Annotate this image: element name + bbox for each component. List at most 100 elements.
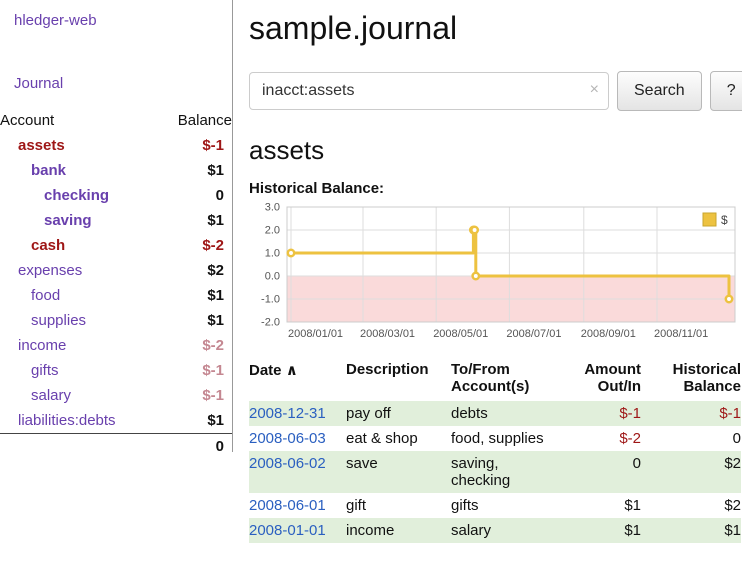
search-input[interactable] bbox=[249, 72, 609, 110]
balance-chart: 3.0 2.0 1.0 0.0 -1.0 -2.0 2008/01/01 2008/03/01… bbox=[249, 201, 742, 343]
account-link[interactable]: gifts bbox=[31, 362, 59, 379]
register-header-amount: Amount Out/In bbox=[561, 361, 641, 401]
register-row: 2008-06-01giftgifts$1$2 bbox=[249, 493, 741, 518]
transaction-description: save bbox=[346, 451, 451, 493]
svg-text:0.0: 0.0 bbox=[265, 271, 280, 283]
transaction-description: pay off bbox=[346, 401, 451, 426]
transaction-date-link[interactable]: 2008-06-03 bbox=[249, 430, 326, 447]
register-header-account: To/From Account(s) bbox=[451, 361, 561, 401]
sidebar: hledger-web Journal Account Balance asse… bbox=[0, 0, 233, 452]
account-row: liabilities:debts $1 bbox=[0, 408, 232, 434]
account-row: saving $1 bbox=[0, 208, 232, 233]
search-box: × bbox=[249, 72, 609, 110]
transaction-date-link[interactable]: 2008-12-31 bbox=[249, 405, 326, 422]
account-balance: $1 bbox=[158, 283, 232, 308]
account-balance: $-2 bbox=[158, 333, 232, 358]
register-body: 2008-12-31pay offdebts$-1$-12008-06-03ea… bbox=[249, 401, 741, 543]
app-title-link[interactable]: hledger-web bbox=[14, 12, 232, 29]
account-link[interactable]: income bbox=[18, 337, 66, 354]
chart-title: Historical Balance: bbox=[249, 180, 742, 197]
register-header-description: Description bbox=[346, 361, 451, 401]
svg-text:2008/05/01: 2008/05/01 bbox=[433, 328, 488, 340]
account-link[interactable]: cash bbox=[31, 237, 65, 254]
account-balance: $1 bbox=[158, 158, 232, 183]
chart-point bbox=[471, 227, 477, 233]
app-window: hledger-web Journal Account Balance asse… bbox=[0, 0, 742, 543]
transaction-amount: $1 bbox=[561, 518, 641, 543]
register-row: 2008-06-03eat & shopfood, supplies$-20 bbox=[249, 426, 741, 451]
transaction-date-link[interactable]: 2008-01-01 bbox=[249, 522, 326, 539]
search-button[interactable]: Search bbox=[617, 71, 702, 111]
account-row: cash $-2 bbox=[0, 233, 232, 258]
transaction-amount: 0 bbox=[561, 451, 641, 493]
svg-text:2008/03/01: 2008/03/01 bbox=[360, 328, 415, 340]
account-balance: 0 bbox=[158, 183, 232, 208]
account-balance: $1 bbox=[158, 408, 232, 434]
accounts-header-row: Account Balance bbox=[0, 108, 232, 133]
transaction-balance: 0 bbox=[641, 426, 741, 451]
transaction-description: income bbox=[346, 518, 451, 543]
main-content: sample.journal × Search ? assets Histori… bbox=[233, 0, 742, 543]
account-link[interactable]: expenses bbox=[18, 262, 82, 279]
register-header-row: Date ∧ Description To/From Account(s) Am… bbox=[249, 361, 741, 401]
account-row: bank $1 bbox=[0, 158, 232, 183]
account-balance: $-2 bbox=[158, 233, 232, 258]
transaction-date-link[interactable]: 2008-06-01 bbox=[249, 497, 326, 514]
transaction-accounts: saving, checking bbox=[451, 451, 561, 493]
svg-text:2.0: 2.0 bbox=[265, 225, 280, 237]
account-row: checking 0 bbox=[0, 183, 232, 208]
chart-point bbox=[473, 273, 479, 279]
transaction-description: eat & shop bbox=[346, 426, 451, 451]
account-row: supplies $1 bbox=[0, 308, 232, 333]
register-row: 2008-12-31pay offdebts$-1$-1 bbox=[249, 401, 741, 426]
accounts-header-balance: Balance bbox=[158, 108, 232, 133]
account-balance: $1 bbox=[158, 308, 232, 333]
sort-asc-icon: ∧ bbox=[286, 362, 298, 379]
register-table: Date ∧ Description To/From Account(s) Am… bbox=[249, 361, 741, 543]
svg-text:2008/09/01: 2008/09/01 bbox=[581, 328, 636, 340]
account-row: expenses $2 bbox=[0, 258, 232, 283]
account-link[interactable]: assets bbox=[18, 137, 65, 154]
svg-text:-1.0: -1.0 bbox=[261, 294, 280, 306]
svg-text:$: $ bbox=[721, 213, 728, 227]
account-row: salary $-1 bbox=[0, 383, 232, 408]
transaction-amount: $-2 bbox=[561, 426, 641, 451]
svg-text:3.0: 3.0 bbox=[265, 202, 280, 214]
account-link[interactable]: salary bbox=[31, 387, 71, 404]
account-row: income $-2 bbox=[0, 333, 232, 358]
sidebar-item-journal[interactable]: Journal bbox=[14, 75, 232, 92]
help-button[interactable]: ? bbox=[710, 71, 742, 111]
account-link[interactable]: food bbox=[31, 287, 60, 304]
account-link[interactable]: supplies bbox=[31, 312, 86, 329]
account-row: gifts $-1 bbox=[0, 358, 232, 383]
accounts-table: Account Balance assets $-1 bank $1 checking 0… bbox=[0, 108, 232, 459]
account-link[interactable]: saving bbox=[44, 212, 92, 229]
account-balance: $-1 bbox=[158, 358, 232, 383]
accounts-header-account: Account bbox=[0, 108, 158, 133]
svg-text:2008/01/01: 2008/01/01 bbox=[288, 328, 343, 340]
account-link[interactable]: liabilities:debts bbox=[18, 412, 116, 429]
svg-text:2008/11/01: 2008/11/01 bbox=[654, 328, 708, 340]
account-balance: $1 bbox=[158, 208, 232, 233]
account-balance: $2 bbox=[158, 258, 232, 283]
register-header-balance: Historical Balance bbox=[641, 361, 741, 401]
transaction-amount: $1 bbox=[561, 493, 641, 518]
transaction-accounts: debts bbox=[451, 401, 561, 426]
chart-point bbox=[726, 296, 732, 302]
svg-text:1.0: 1.0 bbox=[265, 248, 280, 260]
transaction-balance: $2 bbox=[641, 493, 741, 518]
legend-swatch bbox=[703, 213, 716, 226]
svg-text:-2.0: -2.0 bbox=[261, 317, 280, 329]
transaction-date-link[interactable]: 2008-06-02 bbox=[249, 455, 326, 472]
clear-search-icon[interactable]: × bbox=[590, 81, 599, 99]
register-header-date[interactable]: Date ∧ bbox=[249, 361, 346, 401]
transaction-balance: $2 bbox=[641, 451, 741, 493]
account-link[interactable]: checking bbox=[44, 187, 109, 204]
chart-point bbox=[288, 250, 294, 256]
accounts-total-row: 0 bbox=[0, 434, 232, 460]
account-balance: $-1 bbox=[158, 383, 232, 408]
account-link[interactable]: bank bbox=[31, 162, 66, 179]
transaction-balance: $1 bbox=[641, 518, 741, 543]
transaction-accounts: salary bbox=[451, 518, 561, 543]
page-title: sample.journal bbox=[249, 10, 742, 47]
